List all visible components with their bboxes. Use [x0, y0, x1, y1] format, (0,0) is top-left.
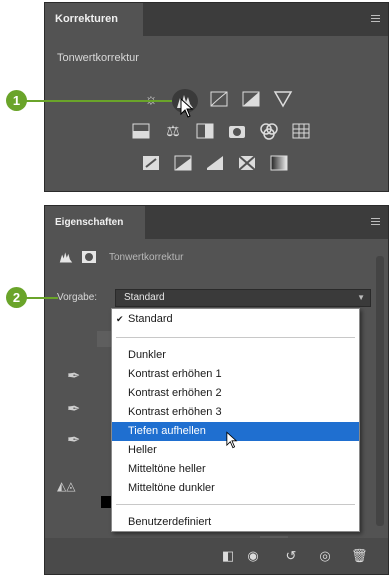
dropdown-separator: [116, 504, 355, 505]
photo-filter-icon[interactable]: [226, 121, 248, 141]
adjustments-subtitle: Tonwertkorrektur: [57, 52, 139, 64]
mouse-cursor-icon: [180, 97, 194, 123]
adjustment-icons-row-2: ⚖: [130, 121, 312, 141]
visibility-eye-icon[interactable]: ◎: [317, 548, 333, 564]
panel-menu-icon[interactable]: [371, 15, 380, 22]
scrollbar[interactable]: [376, 256, 384, 526]
black-white-icon[interactable]: [194, 121, 216, 141]
eyedropper-white-icon[interactable]: ✒: [67, 430, 80, 450]
preset-select-value: Standard: [124, 292, 165, 303]
preset-select[interactable]: Standard ▼: [115, 289, 371, 307]
properties-bottom-bar: ◧ ◉ ↺ ◎ 🗑: [45, 538, 388, 574]
callout-1: 1: [6, 90, 27, 111]
gradient-map-icon[interactable]: [268, 153, 290, 173]
preset-label: Vorgabe:: [57, 292, 98, 303]
dropdown-separator: [116, 337, 355, 338]
auto-levels-icon[interactable]: ◭◬: [57, 479, 75, 493]
dropdown-item-mitteltoene-heller[interactable]: Mitteltöne heller: [112, 460, 359, 479]
adjustments-panel: Korrekturen Tonwertkorrektur ☼ ⚖: [44, 2, 389, 192]
color-balance-icon[interactable]: ⚖: [162, 121, 184, 141]
adjustments-tab[interactable]: Korrekturen: [45, 3, 143, 36]
threshold-icon[interactable]: [204, 153, 226, 173]
panel-menu-icon[interactable]: [371, 218, 380, 225]
clip-to-layer-icon[interactable]: ◧: [220, 548, 236, 564]
vibrance-icon[interactable]: [272, 89, 294, 109]
dropdown-item-kontrast-1[interactable]: Kontrast erhöhen 1: [112, 365, 359, 384]
hue-saturation-icon[interactable]: [130, 121, 152, 141]
chevron-down-icon: ▼: [357, 293, 365, 302]
properties-header: Tonwertkorrektur: [57, 250, 183, 264]
exposure-icon[interactable]: [240, 89, 262, 109]
curves-icon[interactable]: [208, 89, 230, 109]
callout-2-line: [22, 297, 58, 299]
callout-2: 2: [6, 287, 27, 308]
view-previous-icon[interactable]: ◉: [245, 548, 261, 564]
adjustments-tabbar: Korrekturen: [45, 3, 388, 36]
preset-dropdown-menu: Standard Dunkler Kontrast erhöhen 1 Kont…: [111, 308, 360, 532]
selective-color-icon[interactable]: [236, 153, 258, 173]
invert-icon[interactable]: [140, 153, 162, 173]
channel-mixer-icon[interactable]: [258, 121, 280, 141]
mask-icon[interactable]: [81, 250, 97, 264]
brightness-icon[interactable]: ☼: [140, 89, 162, 109]
eyedropper-gray-icon[interactable]: ✒: [67, 399, 80, 419]
properties-header-label: Tonwertkorrektur: [109, 251, 184, 263]
trash-icon[interactable]: 🗑: [351, 548, 368, 564]
adjustment-icons-row-3: [140, 153, 290, 173]
color-lookup-icon[interactable]: [290, 121, 312, 141]
properties-tabbar: Eigenschaften: [45, 206, 388, 239]
eyedropper-black-icon[interactable]: ✒: [67, 366, 80, 386]
dropdown-item-mitteltoene-dunkler[interactable]: Mitteltöne dunkler: [112, 479, 359, 498]
levels-icon: [59, 252, 73, 263]
posterize-icon[interactable]: [172, 153, 194, 173]
properties-tab[interactable]: Eigenschaften: [45, 206, 145, 239]
mouse-cursor-icon: [226, 431, 238, 454]
dropdown-item-standard[interactable]: Standard: [112, 310, 359, 329]
callout-1-line: [22, 100, 172, 102]
dropdown-item-kontrast-2[interactable]: Kontrast erhöhen 2: [112, 384, 359, 403]
dropdown-item-dunkler[interactable]: Dunkler: [112, 346, 359, 365]
dropdown-item-kontrast-3[interactable]: Kontrast erhöhen 3: [112, 403, 359, 422]
reset-icon[interactable]: ↺: [283, 548, 299, 564]
dropdown-item-benutzerdefiniert[interactable]: Benutzerdefiniert: [112, 513, 359, 532]
